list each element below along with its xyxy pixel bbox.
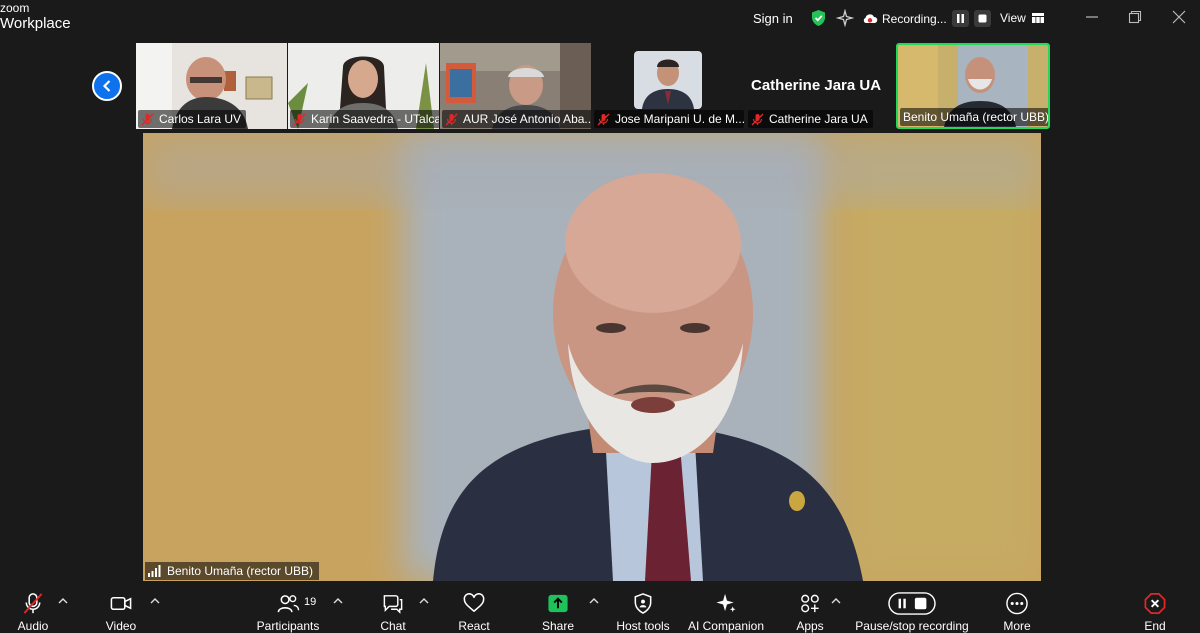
sign-in-link[interactable]: Sign in	[753, 11, 793, 26]
chevron-up-icon[interactable]	[831, 597, 841, 605]
pause-icon	[956, 14, 964, 23]
title-bar: zoom Workplace Sign in Recording... View	[0, 0, 1200, 38]
view-button[interactable]: View	[1000, 11, 1044, 25]
host-tools-label: Host tools	[616, 619, 670, 633]
close-window-icon[interactable]	[1172, 10, 1186, 24]
pause-recording-button[interactable]	[951, 10, 969, 27]
participant-name: Catherine Jara UA	[769, 112, 868, 126]
speaker-name-tag: Benito Umaña (rector UBB)	[145, 562, 320, 580]
chevron-left-icon	[102, 80, 111, 92]
chevron-up-icon[interactable]	[333, 597, 343, 605]
stop-icon	[978, 14, 987, 23]
participant-name-tag: Jose Maripani U. de M...	[594, 110, 744, 128]
participant-name: Jose Maripani U. de M...	[615, 112, 744, 126]
shield-icon	[634, 593, 652, 614]
mic-muted-icon	[141, 113, 154, 125]
end-meeting-icon	[1144, 593, 1166, 614]
cloud-recording-icon	[863, 13, 878, 23]
share-label: Share	[541, 619, 575, 633]
speaker-video-frame	[143, 133, 1041, 581]
react-label: React	[458, 619, 490, 633]
participants-button[interactable]: Participants	[256, 583, 320, 633]
participant-name: Karin Saavedra - UTalca	[311, 112, 439, 126]
participant-name: Carlos Lara UV	[159, 112, 242, 126]
speaker-name: Benito Umaña (rector UBB)	[167, 564, 314, 578]
mic-muted-icon	[597, 113, 610, 125]
host-tools-button[interactable]: Host tools	[614, 583, 672, 633]
participant-thumbnail[interactable]: Jose Maripani U. de M...	[592, 43, 745, 129]
heart-icon	[463, 593, 485, 613]
stop-recording-button[interactable]	[973, 10, 991, 27]
recording-status: Recording...	[862, 10, 991, 27]
ai-sparkle-icon[interactable]	[836, 9, 854, 27]
participant-name-tag: AUR José Antonio Aba...	[442, 110, 591, 128]
participant-avatar	[634, 51, 702, 109]
more-button[interactable]: More	[1000, 583, 1034, 633]
participants-icon	[277, 595, 300, 613]
react-button[interactable]: React	[456, 583, 492, 633]
chevron-up-icon[interactable]	[58, 597, 68, 605]
chevron-up-icon[interactable]	[589, 597, 599, 605]
chat-label: Chat	[380, 619, 406, 633]
chevron-up-icon[interactable]	[419, 597, 429, 605]
brand-top: zoom	[0, 1, 30, 15]
apps-button[interactable]: Apps	[794, 583, 826, 633]
participant-thumbnail[interactable]: Catherine Jara UA Catherine Jara UA	[746, 43, 896, 129]
mic-muted-icon	[293, 113, 306, 125]
more-label: More	[1003, 619, 1031, 633]
participant-name: AUR José Antonio Aba...	[463, 112, 591, 126]
participant-big-name: Catherine Jara UA	[751, 77, 882, 94]
video-camera-icon	[110, 596, 132, 611]
participant-thumbnail[interactable]: AUR José Antonio Aba...	[440, 43, 591, 129]
pause-stop-recording-label: Pause/stop recording	[855, 619, 969, 633]
restore-icon[interactable]	[1128, 10, 1142, 24]
meeting-toolbar: Audio Video Participants 19 Chat React S…	[0, 583, 1200, 633]
end-meeting-button[interactable]: End	[1140, 583, 1170, 633]
minimize-icon[interactable]	[1085, 10, 1099, 24]
chat-bubble-icon	[383, 595, 403, 614]
pause-stop-recording-button[interactable]: Pause/stop recording	[853, 583, 971, 633]
ai-companion-button[interactable]: AI Companion	[686, 583, 766, 633]
participant-name-tag: Carlos Lara UV	[138, 110, 247, 128]
mic-muted-icon	[23, 593, 43, 614]
apps-label: Apps	[796, 619, 824, 633]
encryption-shield-icon[interactable]	[810, 9, 827, 27]
mic-muted-icon	[445, 113, 458, 125]
app-logo: zoom Workplace	[0, 2, 71, 31]
view-label: View	[1000, 11, 1026, 25]
ai-companion-label: AI Companion	[687, 619, 765, 633]
chat-button[interactable]: Chat	[378, 583, 408, 633]
ai-sparkle-icon	[716, 593, 736, 613]
participant-thumbnail-active[interactable]: Benito Umaña (rector UBB)	[896, 43, 1050, 129]
participants-count: 19	[304, 596, 317, 608]
previous-page-button[interactable]	[92, 71, 122, 101]
share-screen-icon	[548, 594, 568, 613]
share-button[interactable]: Share	[541, 583, 575, 633]
audio-label: Audio	[17, 619, 49, 633]
chevron-up-icon[interactable]	[150, 597, 160, 605]
audio-button[interactable]: Audio	[14, 583, 52, 633]
brand-bottom: Workplace	[0, 15, 71, 32]
participant-name-tag: Catherine Jara UA	[748, 110, 873, 128]
connection-signal-icon	[148, 565, 161, 577]
participant-name-tag: Karin Saavedra - UTalca	[290, 110, 439, 128]
pause-stop-recording-icon	[888, 592, 936, 615]
participants-label: Participants	[256, 619, 320, 633]
participant-thumbnail[interactable]: Karin Saavedra - UTalca	[288, 43, 439, 129]
apps-icon	[801, 594, 819, 613]
recording-label: Recording...	[882, 11, 947, 26]
end-label: End	[1144, 619, 1166, 633]
mic-muted-icon	[751, 113, 764, 125]
participant-name: Benito Umaña (rector UBB)	[903, 110, 1050, 124]
participant-name-tag: Benito Umaña (rector UBB)	[900, 108, 1050, 126]
grid-view-icon	[1031, 13, 1044, 23]
active-speaker-video[interactable]: Benito Umaña (rector UBB)	[143, 133, 1041, 581]
video-label: Video	[105, 619, 137, 633]
video-button[interactable]: Video	[102, 583, 140, 633]
more-dots-icon	[1006, 592, 1028, 615]
participant-thumbnail[interactable]: Carlos Lara UV	[136, 43, 287, 129]
